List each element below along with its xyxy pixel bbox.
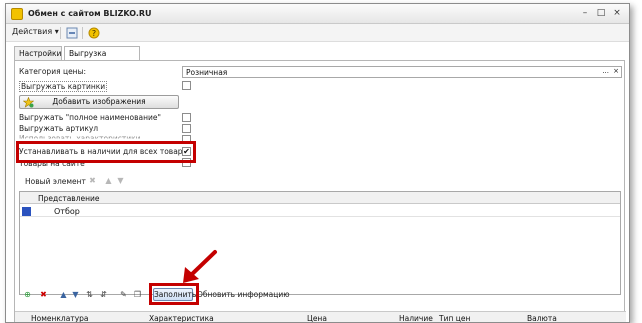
price-category-label: Категория цены: xyxy=(19,67,87,76)
title-bar: Обмен с сайтом BLIZKO.RU – □ × xyxy=(6,4,629,24)
update-info-button[interactable]: Обновить информацию xyxy=(197,290,290,299)
maximize-icon[interactable]: □ xyxy=(595,8,607,19)
toolbar-divider xyxy=(60,27,61,39)
highlight-fill-button xyxy=(149,283,199,305)
arrow-up-icon[interactable]: ▲ xyxy=(104,176,113,185)
clear-icon[interactable]: × xyxy=(613,67,619,75)
window-title: Обмен с сайтом BLIZKO.RU xyxy=(28,9,152,18)
filter-grid-header-label: Представление xyxy=(38,194,100,203)
col-nomenclature[interactable]: Номенклатура xyxy=(31,314,89,322)
star-add-icon xyxy=(22,96,35,112)
svg-text:?: ? xyxy=(92,29,96,38)
actions-menu[interactable]: Действия ▾ xyxy=(12,27,59,36)
col-currency[interactable]: Валюта xyxy=(527,314,557,322)
upload-images-checkbox[interactable] xyxy=(182,81,191,90)
edit-icon[interactable]: ✎ xyxy=(119,290,128,299)
upload-full-name-label: Выгружать "полное наименование" xyxy=(19,113,161,122)
new-element-button[interactable]: Новый элемент xyxy=(25,177,86,186)
col-characteristic[interactable]: Характеристика xyxy=(149,314,214,322)
copy-icon[interactable]: ❐ xyxy=(133,290,142,299)
price-category-value: Розничная xyxy=(186,68,228,77)
goods-table-header: Номенклатура Характеристика Цена Наличие… xyxy=(15,311,626,322)
row-marker xyxy=(22,207,31,216)
col-price-type[interactable]: Тип цен xyxy=(439,314,470,322)
screenshot-frame: Обмен с сайтом BLIZKO.RU – □ × Действия … xyxy=(0,0,642,323)
filter-row-label: Отбор xyxy=(54,207,80,216)
upload-article-label: Выгружать артикул xyxy=(19,124,99,133)
add-images-button-label: Добавить изображения xyxy=(52,97,146,106)
filter-grid: Представление Отбор xyxy=(19,191,621,295)
tab-settings[interactable]: Настройки xyxy=(14,46,62,60)
ellipsis-icon[interactable]: ... xyxy=(602,67,609,75)
delete-icon[interactable]: ✖ xyxy=(88,176,97,185)
col-availability[interactable]: Наличие xyxy=(399,314,433,322)
red-arrow-icon xyxy=(183,250,217,283)
tab-settings-label: Настройки xyxy=(19,49,62,58)
upload-article-checkbox[interactable] xyxy=(182,124,191,133)
close-icon[interactable]: × xyxy=(611,8,623,19)
delete-row-icon[interactable]: ✖ xyxy=(39,290,48,299)
main-toolbar: Действия ▾ ? xyxy=(6,24,629,42)
price-category-field[interactable]: Розничная ... × xyxy=(182,66,622,78)
bottom-toolbar: ⊕ ✖ ▲ ▼ ⇅ ⇵ ✎ ❐ Заполнить Обновить инфор… xyxy=(19,287,622,301)
move-up-icon[interactable]: ▲ xyxy=(59,290,68,299)
highlight-set-available xyxy=(16,141,196,163)
help-icon[interactable]: ? xyxy=(88,27,100,39)
app-icon xyxy=(11,8,23,20)
exchange-window: Обмен с сайтом BLIZKO.RU – □ × Действия … xyxy=(5,3,630,323)
add-images-button[interactable]: Добавить изображения xyxy=(19,95,179,109)
col-price[interactable]: Цена xyxy=(307,314,327,322)
add-icon[interactable]: ⊕ xyxy=(23,290,32,299)
sort-desc-icon[interactable]: ⇵ xyxy=(99,290,108,299)
filter-grid-header: Представление xyxy=(20,192,620,204)
chevron-down-icon: ▾ xyxy=(54,27,59,36)
table-row[interactable]: Отбор xyxy=(20,205,620,217)
tab-goods-upload[interactable]: Выгрузка товаров xyxy=(64,46,140,67)
arrow-down-icon[interactable]: ▼ xyxy=(116,176,125,185)
toolbar-divider xyxy=(82,27,83,39)
upload-images-label: Выгружать картинки xyxy=(19,81,108,92)
minimize-icon[interactable]: – xyxy=(579,8,591,19)
actions-menu-label: Действия xyxy=(12,27,53,36)
goods-upload-panel: Категория цены: Розничная ... × Выгружат… xyxy=(14,60,626,322)
refresh-icon[interactable] xyxy=(66,27,78,39)
sort-asc-icon[interactable]: ⇅ xyxy=(85,290,94,299)
move-down-icon[interactable]: ▼ xyxy=(71,290,80,299)
upload-full-name-checkbox[interactable] xyxy=(182,113,191,122)
